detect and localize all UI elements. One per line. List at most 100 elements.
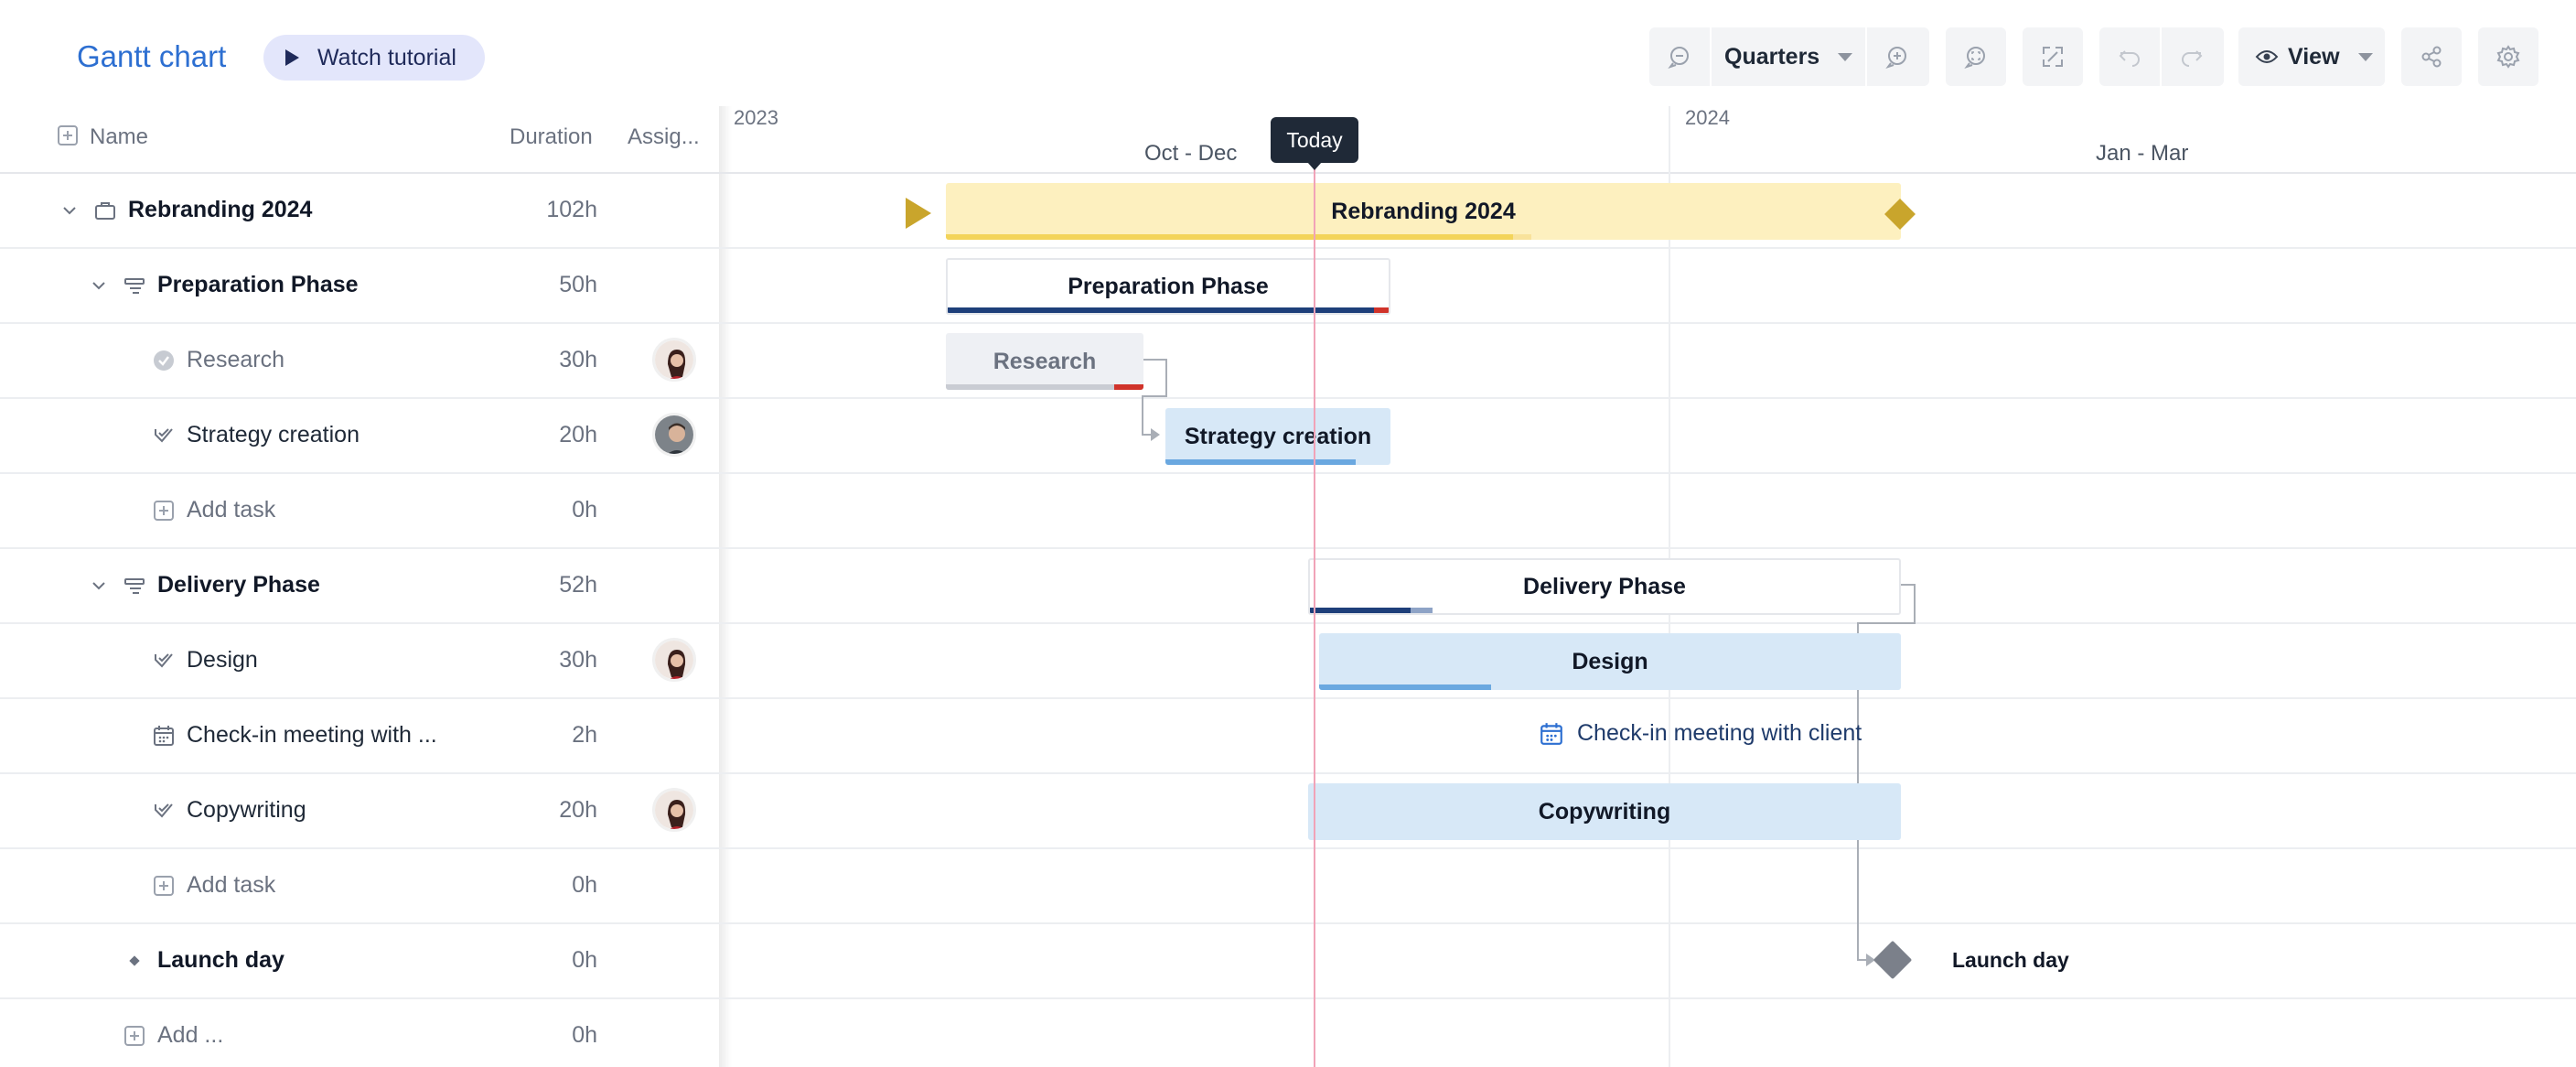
undo-button[interactable] — [2099, 27, 2160, 86]
dependency-arrow-icon — [1151, 428, 1160, 441]
timeline-header: 2023 2024 Oct - Dec Jan - Mar — [719, 106, 2576, 174]
gantt-bar-task[interactable]: Copywriting — [1308, 783, 1901, 840]
grid-row-task[interactable]: Design 30h — [0, 624, 719, 699]
task-check-icon[interactable] — [152, 424, 176, 447]
history-group — [2099, 27, 2224, 86]
chevron-down-icon[interactable] — [87, 274, 111, 297]
check-circle-icon[interactable] — [152, 349, 176, 372]
row-name: Check-in meeting with ... — [187, 722, 437, 748]
calendar-icon — [1540, 722, 1562, 745]
bar-label: Design — [1572, 648, 1648, 674]
zoom-in-icon — [1885, 47, 1906, 69]
grid-row-project[interactable]: Rebranding 2024 102h — [0, 174, 719, 249]
expand-icon — [2043, 47, 2063, 67]
grid-row-add-task[interactable]: Add task 0h — [0, 474, 719, 549]
app-title: Gantt chart — [77, 39, 227, 73]
gantt-bar-task[interactable]: Research — [946, 333, 1143, 390]
redo-icon — [2182, 50, 2203, 67]
dependency-connector — [1857, 622, 1916, 624]
grid-row-task[interactable]: Research 30h — [0, 324, 719, 399]
today-marker[interactable]: Today — [1271, 117, 1358, 170]
timeline-row — [719, 474, 2576, 549]
bar-label: Research — [993, 348, 1097, 374]
timeline-row — [719, 924, 2576, 999]
gantt-bar-project[interactable]: Rebranding 2024 — [946, 183, 1901, 240]
settings-button[interactable] — [2478, 27, 2538, 86]
row-duration: 20h — [559, 797, 597, 823]
watch-tutorial-button[interactable]: Watch tutorial — [263, 35, 485, 81]
row-name: Preparation Phase — [157, 272, 359, 297]
row-name: Add task — [187, 497, 276, 523]
row-name: Delivery Phase — [157, 572, 320, 598]
row-duration: 50h — [559, 272, 597, 297]
row-duration: 0h — [572, 872, 597, 898]
view-select[interactable]: View — [2238, 27, 2385, 86]
dependency-connector — [1142, 359, 1167, 361]
dependency-connector — [1142, 395, 1167, 397]
timeline: 2023 2024 Oct - Dec Jan - Mar Rebranding… — [719, 106, 2576, 1067]
grid-row-add-task[interactable]: Add task 0h — [0, 849, 719, 924]
avatar[interactable] — [652, 413, 696, 457]
grid-row-phase[interactable]: Delivery Phase 52h — [0, 549, 719, 624]
year-label: 2023 — [734, 106, 778, 129]
bar-progress — [1310, 608, 1411, 613]
row-name: Launch day — [157, 947, 284, 973]
task-grid: Name Duration Assig... Rebranding 2024 1… — [0, 106, 719, 1067]
gantt-bar-task[interactable]: Strategy creation — [1165, 408, 1390, 465]
view-label: View — [2288, 43, 2340, 70]
gantt-bar-phase[interactable]: Delivery Phase — [1308, 558, 1901, 615]
row-name: Add ... — [157, 1022, 224, 1048]
bar-label: Delivery Phase — [1523, 573, 1686, 599]
column-header-name[interactable]: Name — [90, 124, 148, 150]
gantt-bar-task[interactable]: Design — [1319, 633, 1901, 690]
add-task-icon[interactable] — [152, 499, 176, 523]
fullscreen-group — [2023, 27, 2083, 86]
task-check-icon[interactable] — [152, 799, 176, 823]
chevron-down-icon[interactable] — [87, 574, 111, 598]
share-button[interactable] — [2401, 27, 2462, 86]
add-column-icon[interactable] — [57, 124, 79, 146]
fullscreen-button[interactable] — [2023, 27, 2083, 86]
add-icon[interactable] — [123, 1024, 146, 1048]
play-icon — [285, 49, 299, 66]
zoom-out-button[interactable] — [1649, 27, 1710, 86]
zoom-out-icon — [1668, 47, 1689, 69]
row-name: Design — [187, 647, 258, 673]
add-task-icon[interactable] — [152, 874, 176, 898]
avatar[interactable] — [652, 638, 696, 682]
zoom-in-button[interactable] — [1867, 27, 1927, 86]
row-duration: 0h — [572, 497, 597, 523]
gantt-meeting[interactable]: Check-in meeting with client — [1539, 720, 1862, 747]
zoom-level-select[interactable]: Quarters — [1712, 27, 1865, 86]
column-header-assignee[interactable]: Assig... — [628, 124, 700, 150]
grid-row-add[interactable]: Add ... 0h — [0, 999, 719, 1067]
column-header-duration[interactable]: Duration — [510, 124, 593, 150]
grid-row-task[interactable]: Copywriting 20h — [0, 774, 719, 849]
row-duration: 52h — [559, 572, 597, 598]
task-check-icon[interactable] — [152, 649, 176, 673]
grid-row-meeting[interactable]: Check-in meeting with ... 2h — [0, 699, 719, 774]
redo-button[interactable] — [2162, 27, 2222, 86]
grid-row-phase[interactable]: Preparation Phase 50h — [0, 249, 719, 324]
top-bar: Gantt chart Watch tutorial Quarters View — [0, 0, 2576, 106]
row-duration: 20h — [559, 422, 597, 447]
zoom-group: Quarters — [1649, 27, 1929, 86]
zoom-fit-group — [1946, 27, 2006, 86]
timeline-row — [719, 399, 2576, 474]
avatar[interactable] — [652, 338, 696, 382]
dependency-connector — [1142, 395, 1143, 436]
milestone-diamond-icon — [129, 955, 140, 966]
avatar-woman-icon — [655, 791, 693, 829]
project-start-marker-icon[interactable] — [906, 198, 931, 229]
gantt-bar-phase[interactable]: Preparation Phase — [946, 258, 1390, 315]
chevron-down-icon[interactable] — [58, 199, 81, 222]
grid-row-milestone[interactable]: Launch day 0h — [0, 924, 719, 999]
avatar-man-icon — [655, 415, 693, 454]
zoom-fit-icon — [1964, 47, 1985, 69]
avatar[interactable] — [652, 788, 696, 832]
row-name: Add task — [187, 872, 276, 898]
zoom-to-fit-button[interactable] — [1946, 27, 2006, 86]
grid-row-task[interactable]: Strategy creation 20h — [0, 399, 719, 474]
milestone-label: Launch day — [1952, 948, 2069, 972]
row-duration: 2h — [572, 722, 597, 748]
